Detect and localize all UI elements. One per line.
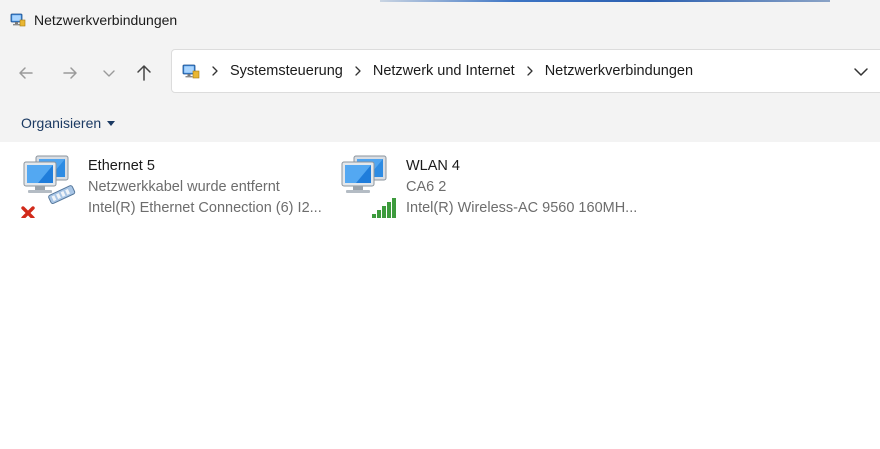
connection-device: Intel(R) Ethernet Connection (6) I2... [88,200,322,216]
up-arrow-icon [137,65,151,81]
navigation-bar: Systemsteuerung Netzwerk und Internet Ne… [0,40,880,104]
connection-status: CA6 2 [406,179,447,195]
connection-info: WLAN 4 CA6 2 Intel(R) Wireless-AC 9560 1… [406,156,637,219]
connection-name: WLAN 4 [406,158,460,174]
control-panel-icon [182,64,200,79]
breadcrumb-netzwerk-und-internet[interactable]: Netzwerk und Internet [373,63,515,79]
title-bar-accent [380,0,830,2]
caret-down-icon [107,120,116,126]
address-bar[interactable]: Systemsteuerung Netzwerk und Internet Ne… [171,49,880,93]
back-arrow-icon [19,67,33,79]
connection-tile-ethernet[interactable]: Ethernet 5 Netzwerkkabel wurde entfernt … [20,152,322,219]
forward-button[interactable] [57,60,83,86]
breadcrumb-systemsteuerung[interactable]: Systemsteuerung [230,63,343,79]
breadcrumb-netzwerkverbindungen[interactable]: Netzwerkverbindungen [545,63,693,79]
connection-info: Ethernet 5 Netzwerkkabel wurde entfernt … [88,156,322,219]
wifi-signal-icon [341,155,396,218]
window-title: Netzwerkverbindungen [34,12,178,28]
chevron-right-icon[interactable] [210,65,220,77]
chevron-down-icon [103,70,115,77]
up-button[interactable] [131,60,157,86]
back-button[interactable] [13,60,39,86]
organize-button[interactable]: Organisieren [21,115,116,131]
organize-label: Organisieren [21,115,102,131]
command-bar: Organisieren [0,104,880,142]
title-bar: Netzwerkverbindungen [0,0,880,40]
chevron-right-icon[interactable] [525,65,535,77]
network-connections-app-icon [10,13,26,27]
connections-list: Ethernet 5 Netzwerkkabel wurde entfernt … [0,142,880,449]
recent-locations-button[interactable] [96,60,122,86]
connection-device: Intel(R) Wireless-AC 9560 160MH... [406,200,638,216]
connection-name: Ethernet 5 [88,158,155,174]
breadcrumb: Systemsteuerung Netzwerk und Internet Ne… [210,50,703,92]
forward-arrow-icon [63,67,77,79]
ethernet-disconnected-icon [21,155,76,218]
chevron-right-icon[interactable] [353,65,363,77]
connection-tile-wlan[interactable]: WLAN 4 CA6 2 Intel(R) Wireless-AC 9560 1… [338,152,648,218]
address-history-chevron-down-icon[interactable] [852,63,870,81]
connection-status: Netzwerkkabel wurde entfernt [88,179,280,195]
